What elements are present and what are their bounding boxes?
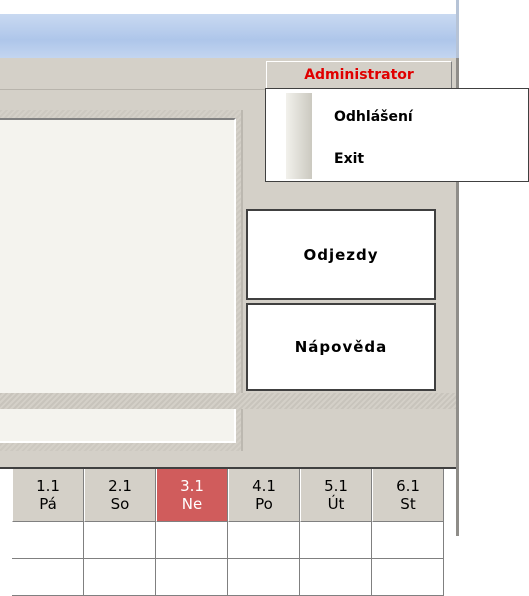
- calendar-date: 3.1: [180, 477, 204, 495]
- calendar-weekday: Pá: [39, 495, 57, 513]
- calendar-cell[interactable]: [300, 559, 372, 596]
- calendar-day-column[interactable]: 6.1 St: [372, 469, 444, 522]
- hatched-separator: [0, 393, 456, 409]
- calendar-cell[interactable]: [156, 522, 228, 559]
- calendar-weekday: Po: [255, 495, 273, 513]
- menu-item-exit[interactable]: Exit: [314, 143, 524, 175]
- help-button[interactable]: Nápověda: [246, 303, 436, 391]
- calendar-date: 2.1: [108, 477, 132, 495]
- calendar-header: 1.1 Pá 2.1 So 3.1 Ne 4.1 Po 5.1 Út 6.1 S…: [0, 469, 456, 522]
- calendar-date: 1.1: [36, 477, 60, 495]
- calendar-day-column[interactable]: 4.1 Po: [228, 469, 300, 522]
- calendar-weekday: Ne: [181, 495, 203, 513]
- calendar-day-column[interactable]: 2.1 So: [84, 469, 156, 522]
- calendar-cell[interactable]: [300, 522, 372, 559]
- calendar-weekday: So: [110, 495, 130, 513]
- calendar-cell[interactable]: [228, 559, 300, 596]
- calendar-cell[interactable]: [84, 522, 156, 559]
- menu-item-logout[interactable]: Odhlášení: [314, 101, 524, 133]
- calendar-weekday: St: [400, 495, 416, 513]
- calendar-cell[interactable]: [84, 559, 156, 596]
- calendar-cell[interactable]: [372, 522, 444, 559]
- calendar-weekday: Út: [327, 495, 345, 513]
- calendar-cell[interactable]: [228, 522, 300, 559]
- calendar-date: 6.1: [396, 477, 420, 495]
- calendar-day-column[interactable]: 5.1 Út: [300, 469, 372, 522]
- window-titlebar: [0, 0, 459, 58]
- menu-icon-gutter: [286, 93, 312, 179]
- calendar-grid: 1.1 Pá 2.1 So 3.1 Ne 4.1 Po 5.1 Út 6.1 S…: [0, 467, 456, 596]
- departures-button[interactable]: Odjezdy: [246, 209, 436, 300]
- calendar-body: [0, 522, 456, 596]
- calendar-day-column[interactable]: 1.1 Pá: [12, 469, 84, 522]
- calendar-date: 5.1: [324, 477, 348, 495]
- admin-menu-header[interactable]: Administrator: [266, 61, 452, 89]
- calendar-cell[interactable]: [372, 559, 444, 596]
- calendar-cell[interactable]: [12, 559, 84, 596]
- admin-dropdown-menu: Odhlášení Exit: [265, 88, 529, 182]
- calendar-day-column-today[interactable]: 3.1 Ne: [156, 469, 228, 522]
- calendar-cell[interactable]: [156, 559, 228, 596]
- calendar-cell[interactable]: [12, 522, 84, 559]
- calendar-date: 4.1: [252, 477, 276, 495]
